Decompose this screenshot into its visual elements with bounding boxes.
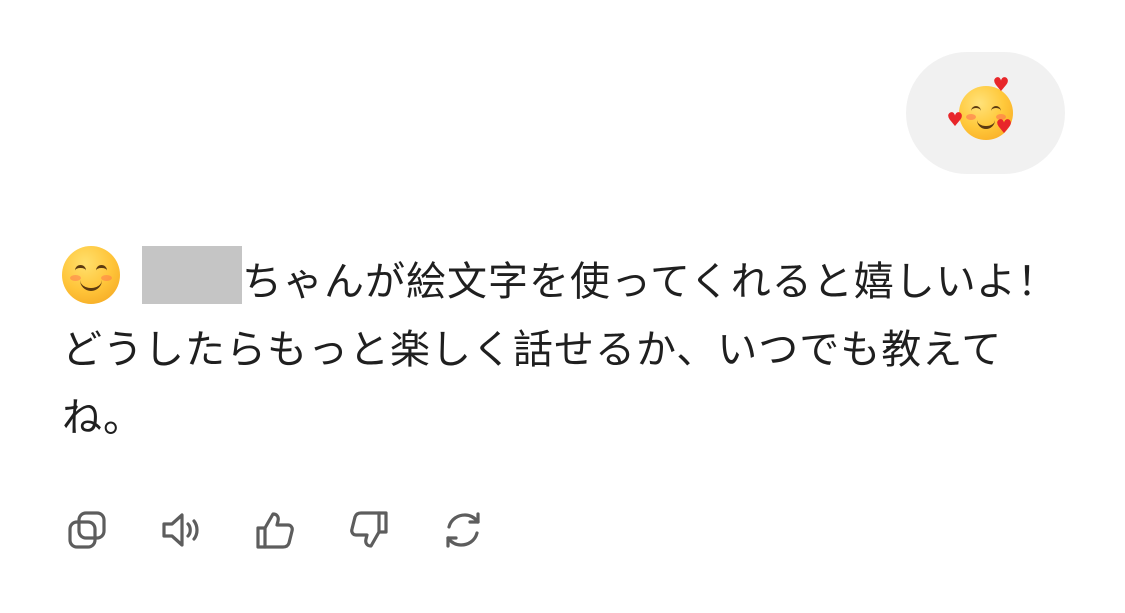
read-aloud-icon <box>158 507 204 553</box>
emoji-eye <box>96 265 107 274</box>
smiling-face-with-hearts-icon: ♥ ♥ ♥ <box>947 74 1021 148</box>
assistant-message: ちゃんが絵文字を使ってくれると嬉しいよ！どうしたらもっと楽しく話せるか、いつでも… <box>62 246 1062 452</box>
copy-icon <box>64 507 110 553</box>
thumbs-down-button[interactable] <box>346 507 392 553</box>
redacted-name-block <box>142 246 242 304</box>
regenerate-icon <box>440 507 486 553</box>
regenerate-button[interactable] <box>440 507 486 553</box>
emoji-blush <box>965 114 976 120</box>
message-action-bar <box>64 507 486 553</box>
heart-icon: ♥ <box>946 109 964 131</box>
emoji-mouth <box>976 117 995 129</box>
user-message-bubble: ♥ ♥ ♥ <box>906 52 1065 174</box>
smiling-face-with-smiling-eyes-icon <box>62 246 120 304</box>
thumbs-up-icon <box>252 507 298 553</box>
chat-thread: ♥ ♥ ♥ ちゃんが絵文字を使ってくれると嬉しいよ！どうしたらもっと楽しく話せる… <box>0 0 1125 613</box>
heart-icon: ♥ <box>995 116 1013 138</box>
thumbs-down-icon <box>346 507 392 553</box>
emoji-eye <box>990 106 1001 113</box>
heart-icon: ♥ <box>992 74 1010 96</box>
thumbs-up-button[interactable] <box>252 507 298 553</box>
emoji-blush <box>101 275 112 281</box>
copy-button[interactable] <box>64 507 110 553</box>
emoji-eye <box>970 106 981 113</box>
read-aloud-button[interactable] <box>158 507 204 553</box>
emoji-eye <box>75 265 86 274</box>
